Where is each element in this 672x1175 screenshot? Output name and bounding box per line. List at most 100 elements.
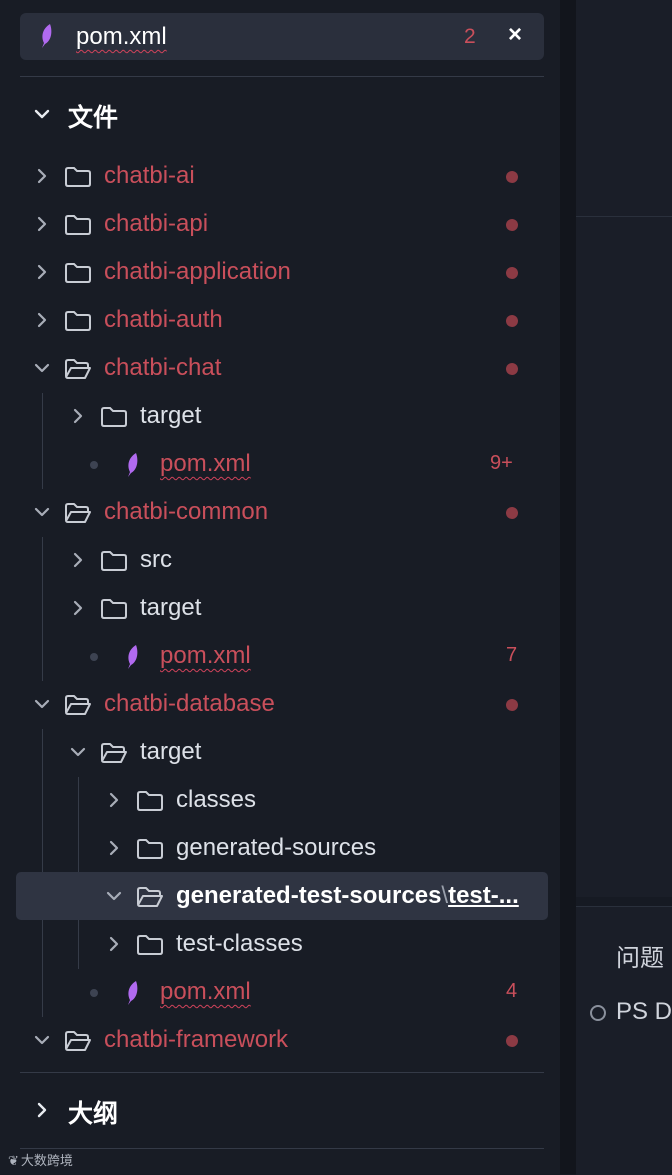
chevron-down-icon[interactable] (34, 360, 50, 381)
problem-count-badge: 4 (506, 980, 518, 1002)
modified-dot (506, 219, 518, 231)
folder-icon (100, 598, 128, 625)
tree-folder-row[interactable]: chatbi-chat (16, 344, 548, 392)
tree-folder-row[interactable]: target (16, 584, 548, 632)
folder-name: chatbi-ai (104, 162, 195, 189)
folder-name: chatbi-common (104, 498, 269, 525)
tree-folder-label: chatbi-application (104, 258, 291, 286)
chevron-right-icon[interactable] (34, 264, 50, 285)
problem-count-badge: 9+ (490, 452, 513, 474)
maven-feather-icon (124, 644, 142, 675)
folder-name: target (140, 738, 202, 765)
chevron-right-icon[interactable] (70, 408, 86, 429)
tree-folder-row[interactable]: chatbi-auth (16, 296, 548, 344)
tree-folder-label: target (140, 402, 201, 430)
section-files-label: 文件 (68, 104, 119, 132)
folder-name: generated-sources (176, 834, 377, 861)
file-status-dot (90, 989, 98, 997)
tree-file-row[interactable]: pom.xml 4 (16, 968, 548, 1016)
divider (20, 1148, 544, 1149)
folder-name: target (140, 594, 202, 621)
tree-file-label: pom.xml (160, 450, 251, 477)
tree-folder-label: target (140, 738, 201, 766)
tree-folder-label: chatbi-api (104, 210, 208, 238)
folder-name: target (140, 402, 202, 429)
chevron-right-icon[interactable] (34, 216, 50, 237)
terminal-circle-icon (590, 1005, 606, 1021)
tree-folder-label: chatbi-framework (104, 1026, 288, 1054)
chevron-right-icon[interactable] (70, 600, 86, 621)
folder-icon (100, 406, 128, 433)
tree-folder-row[interactable]: target (16, 392, 548, 440)
open-editor-tab[interactable]: pom.xml 2 × (20, 13, 544, 60)
tree-folder-row[interactable]: chatbi-common (16, 488, 548, 536)
chevron-down-icon[interactable] (106, 888, 122, 909)
panel-splitter[interactable] (560, 0, 576, 1174)
tree-folder-row[interactable]: chatbi-framework (16, 1016, 548, 1064)
tree-file-row[interactable]: pom.xml 9+ (16, 440, 548, 488)
tree-folder-row[interactable]: chatbi-application (16, 248, 548, 296)
terminal-prompt: PS D (616, 998, 672, 1025)
folder-name: chatbi-framework (104, 1026, 289, 1053)
tree-folder-row[interactable]: src (16, 536, 548, 584)
folder-name: classes (176, 786, 257, 813)
section-outline-label: 大纲 (68, 1100, 119, 1128)
editor-area (576, 0, 672, 217)
file-status-dot (90, 653, 98, 661)
chevron-right-icon[interactable] (34, 168, 50, 189)
chevron-down-icon[interactable] (70, 744, 86, 765)
chevron-down-icon[interactable] (34, 1032, 50, 1053)
folder-name: chatbi-database (104, 690, 275, 717)
close-icon[interactable]: × (508, 21, 522, 49)
divider (20, 76, 544, 77)
tree-file-label: pom.xml (160, 978, 251, 1005)
maven-feather-icon (38, 23, 56, 54)
watermark: ❦ 大数跨境 (8, 1150, 73, 1169)
folder-icon (64, 166, 92, 193)
chevron-right-icon[interactable] (34, 312, 50, 333)
maven-feather-icon (124, 452, 142, 483)
chevron-right-icon[interactable] (106, 936, 122, 957)
tree-file-row[interactable]: pom.xml 7 (16, 632, 548, 680)
folder-open-icon (64, 694, 92, 721)
folder-icon (100, 550, 128, 577)
tab-problems[interactable]: 问题 (616, 938, 664, 973)
folder-name: chatbi-auth (104, 306, 223, 333)
chevron-down-icon[interactable] (34, 696, 50, 717)
tree-folder-row[interactable]: test-classes (16, 920, 548, 968)
tree-folder-row[interactable]: classes (16, 776, 548, 824)
tree-folder-label: test-classes (176, 930, 303, 958)
folder-name: chatbi-chat (104, 354, 222, 381)
chevron-right-icon[interactable] (106, 792, 122, 813)
tree-folder-row[interactable]: target (16, 728, 548, 776)
divider (20, 1072, 544, 1073)
tree-folder-row[interactable]: chatbi-api (16, 200, 548, 248)
explorer-sidebar: pom.xml 2 × 文件 chatbi-ai chatbi-api chatbi… (0, 0, 560, 1174)
tree-folder-label: chatbi-ai (104, 162, 195, 190)
folder-icon (64, 262, 92, 289)
watermark-text: 大数跨境 (20, 1153, 73, 1168)
modified-dot (506, 1035, 518, 1047)
folder-icon (64, 310, 92, 337)
chevron-down-icon[interactable] (34, 504, 50, 525)
watermark-logo-icon: ❦ (8, 1153, 19, 1168)
folder-icon (64, 214, 92, 241)
problem-count-badge: 7 (506, 644, 518, 666)
chevron-right-icon[interactable] (70, 552, 86, 573)
tree-folder-row[interactable]: generated-sources (16, 824, 548, 872)
tree-folder-label: chatbi-auth (104, 306, 223, 334)
folder-name: chatbi-api (104, 210, 209, 237)
compact-path-tail[interactable]: test-... (448, 882, 519, 909)
chevron-right-icon (32, 1098, 52, 1127)
tree-folder-row[interactable]: generated-test-sources\test-... (16, 872, 548, 920)
chevron-right-icon[interactable] (106, 840, 122, 861)
folder-name: test-classes (176, 930, 303, 957)
open-editor-filename: pom.xml (76, 23, 167, 50)
tree-folder-label: generated-sources (176, 834, 376, 862)
tree-folder-label: generated-test-sources\test-... (176, 882, 519, 910)
tree-folder-row[interactable]: chatbi-database (16, 680, 548, 728)
modified-dot (506, 507, 518, 519)
tree-folder-row[interactable]: chatbi-ai (16, 152, 548, 200)
folder-icon (136, 790, 164, 817)
folder-open-icon (64, 358, 92, 385)
